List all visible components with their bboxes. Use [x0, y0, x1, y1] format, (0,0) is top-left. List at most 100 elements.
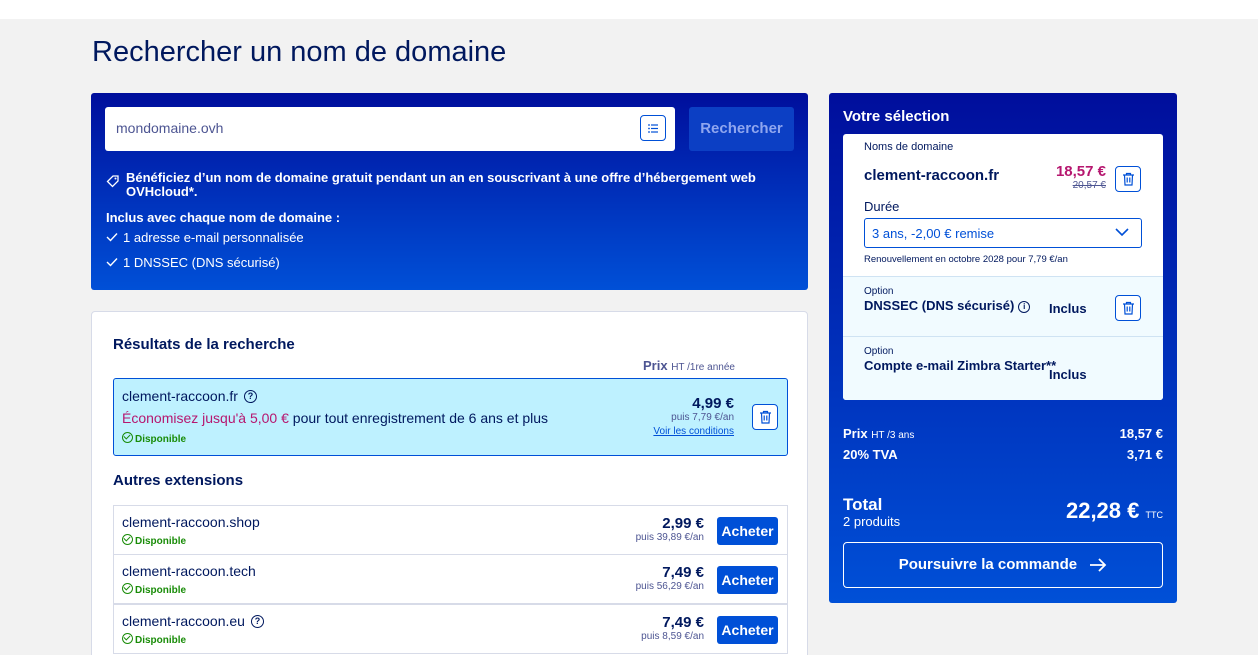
status-badge: Disponible — [122, 534, 186, 547]
promo-highlight: Économisez jusqu'à 5,00 € — [122, 410, 289, 426]
selected-price: 18,57 € 20,57 € — [1056, 163, 1106, 191]
price: 2,99 € — [662, 515, 704, 532]
option-label: Option — [864, 286, 894, 297]
remove-option-button[interactable] — [1115, 295, 1141, 321]
option-label: Option — [864, 346, 894, 357]
main-result-domain: clement-raccoon.fr? — [122, 388, 257, 404]
chevron-down-icon — [1115, 228, 1129, 237]
buy-button[interactable]: Acheter — [717, 566, 778, 594]
trash-icon — [1123, 301, 1134, 315]
renewal-price: puis 8,59 €/an — [641, 631, 704, 642]
results-title: Résultats de la recherche — [113, 336, 295, 353]
renewal-price: puis 39,89 €/an — [635, 532, 704, 543]
option-status: Inclus — [1049, 301, 1087, 316]
trash-icon — [1123, 172, 1134, 186]
included-item: 1 DNSSEC (DNS sécurisé) — [106, 255, 280, 270]
tva-label: 20% TVA — [843, 447, 898, 462]
price-block: 7,49 € puis 56,29 €/an — [636, 564, 704, 592]
tva-row: 20% TVA 3,71 € — [843, 447, 1163, 462]
total-label: Total — [843, 495, 883, 514]
renewal-price: puis 7,79 €/an — [671, 412, 734, 423]
promo-banner: Bénéficiez d’un nom de domaine gratuit p… — [106, 171, 786, 199]
arrow-right-icon — [1090, 558, 1107, 572]
check-icon — [106, 255, 120, 270]
search-panel: mondomaine.ovh Rechercher Bénéficiez d’u… — [91, 93, 808, 290]
selection-panel: Votre sélection Noms de domaine clement-… — [829, 93, 1177, 603]
bulk-search-button[interactable] — [640, 115, 666, 141]
total-suffix: TTC — [1145, 510, 1164, 520]
continue-order-button[interactable]: Poursuivre la commande — [843, 542, 1163, 588]
option-status: Inclus — [1049, 367, 1087, 382]
price-block: 2,99 € puis 39,89 €/an — [636, 515, 704, 543]
total-amount: 22,28 € — [1065, 498, 1140, 523]
selection-title: Votre sélection — [843, 108, 950, 125]
domain-name: clement-raccoon.shop — [122, 514, 260, 530]
status-badge: Disponible — [122, 432, 186, 445]
status-label: Disponible — [135, 434, 187, 445]
option-name: Compte e-mail Zimbra Starter** — [864, 358, 1057, 373]
main-result-domain-label: clement-raccoon.fr — [122, 388, 238, 404]
old-price: 20,57 € — [1072, 180, 1106, 191]
price-row-suffix: HT /3 ans — [871, 430, 915, 441]
duration-value: 3 ans, -2,00 € remise — [872, 226, 995, 241]
promo-text: Bénéficiez d’un nom de domaine gratuit p… — [126, 170, 756, 199]
price-block: 7,49 € puis 8,59 €/an — [641, 614, 704, 642]
status-label: Disponible — [135, 635, 187, 646]
option-name-label: DNSSEC (DNS sécurisé) — [864, 298, 1015, 313]
search-button[interactable]: Rechercher — [689, 107, 794, 151]
price-header-suffix: HT /1re année — [671, 362, 735, 373]
selected-domain: clement-raccoon.fr — [864, 167, 1000, 184]
check-circle-icon — [122, 583, 133, 594]
remove-domain-button[interactable] — [1115, 166, 1141, 192]
tag-icon — [106, 175, 119, 188]
search-results: Résultats de la recherche Prix HT /1re a… — [91, 311, 808, 655]
price-row-label: Prix — [843, 426, 868, 441]
renewal-price: puis 56,29 €/an — [635, 581, 704, 592]
domain-section-label: Noms de domaine — [864, 141, 954, 153]
price-header-label: Prix — [643, 358, 668, 373]
domain-name-label: clement-raccoon.eu — [122, 613, 245, 629]
option-name: DNSSEC (DNS sécurisé) i — [864, 298, 1031, 313]
domain-name: clement-raccoon.tech — [122, 563, 256, 579]
list-icon — [648, 124, 658, 133]
price: 4,99 € — [692, 395, 734, 412]
check-circle-icon — [122, 432, 133, 443]
price: 18,57 € — [1055, 163, 1106, 180]
total-product-count: 2 produits — [843, 514, 901, 529]
continue-label: Poursuivre la commande — [898, 556, 1078, 573]
included-item-label: 1 adresse e-mail personnalisée — [123, 230, 304, 245]
trash-icon — [760, 410, 771, 424]
buy-button[interactable]: Acheter — [717, 616, 778, 644]
status-label: Disponible — [135, 536, 187, 547]
help-icon[interactable]: ? — [243, 390, 257, 403]
page-title: Rechercher un nom de domaine — [92, 36, 507, 68]
list-item: clement-raccoon.eu? Disponible 7,49 € pu… — [113, 604, 788, 654]
status-badge: Disponible — [122, 583, 186, 596]
main-result-card: clement-raccoon.fr? Économisez jusqu'à 5… — [113, 378, 788, 456]
domain-name: clement-raccoon.eu? — [122, 613, 264, 629]
help-icon[interactable]: ? — [250, 615, 264, 628]
duration-label: Durée — [864, 199, 900, 214]
search-input[interactable]: mondomaine.ovh — [105, 107, 675, 151]
tva-value: 3,71 € — [1126, 447, 1163, 462]
other-extensions-title: Autres extensions — [113, 472, 244, 489]
status-badge: Disponible — [122, 633, 186, 646]
selection-card: Noms de domaine clement-raccoon.fr 18,57… — [843, 134, 1163, 400]
status-label: Disponible — [135, 585, 187, 596]
total-value: 22,28 € TTC — [1066, 498, 1163, 524]
buy-button[interactable]: Acheter — [717, 517, 778, 545]
list-item: clement-raccoon.shop Disponible 2,99 € p… — [113, 505, 788, 555]
info-icon[interactable]: i — [1018, 301, 1031, 313]
top-bar — [0, 0, 1258, 19]
renewal-note: Renouvellement en octobre 2028 pour 7,79… — [864, 254, 1068, 265]
price: 7,49 € — [662, 564, 704, 581]
price-row-value: 18,57 € — [1119, 426, 1163, 441]
main-result-price: 4,99 € puis 7,79 €/an Voir les condition… — [653, 395, 734, 437]
remove-button[interactable] — [752, 404, 778, 430]
duration-select[interactable]: 3 ans, -2,00 € remise — [864, 218, 1142, 248]
option-item: Option Compte e-mail Zimbra Starter** In… — [843, 336, 1163, 400]
promo-rest: pour tout enregistrement de 6 ans et plu… — [288, 410, 549, 426]
conditions-link[interactable]: Voir les conditions — [653, 426, 734, 437]
included-title: Inclus avec chaque nom de domaine : — [106, 210, 341, 225]
search-input-value[interactable]: mondomaine.ovh — [116, 120, 223, 136]
